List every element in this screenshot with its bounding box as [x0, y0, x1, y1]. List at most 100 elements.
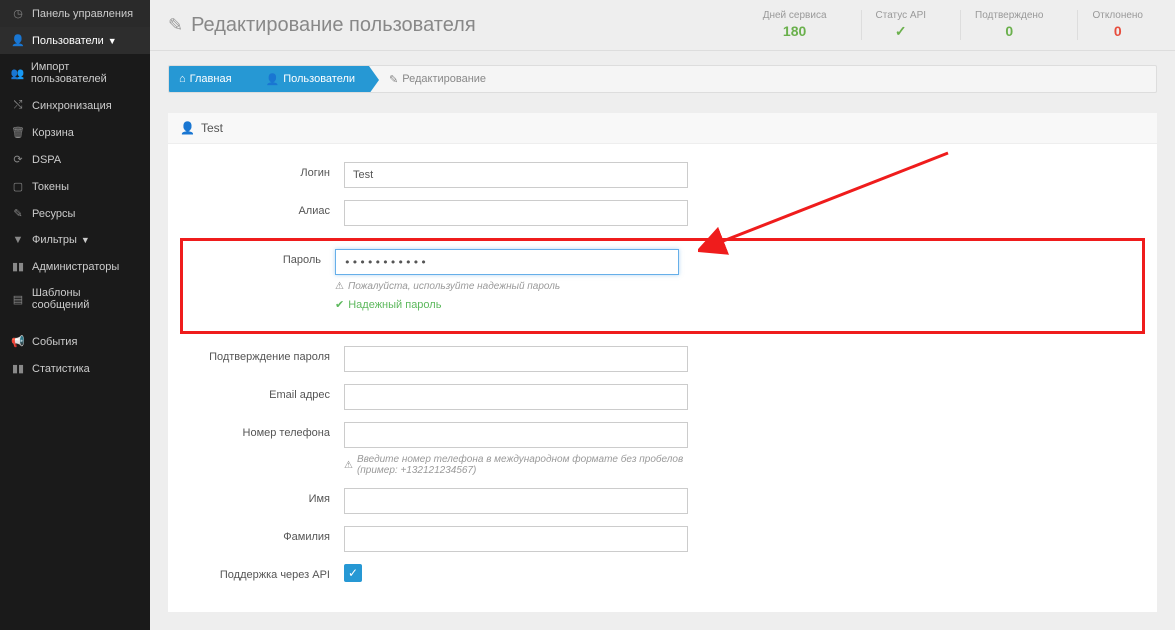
breadcrumb-current: ✎ Редактирование [369, 66, 500, 92]
stat-rejected: Отклонено 0 [1077, 10, 1157, 40]
stat-label: Отклонено [1092, 10, 1143, 21]
user-icon: 👤 [266, 73, 280, 86]
stat-value: 0 [975, 23, 1043, 39]
caret-icon: ▼ [108, 36, 117, 46]
breadcrumb: ⌂ Главная 👤Пользователи ✎ Редактирование [168, 65, 1157, 93]
megaphone-icon: 📢 [10, 335, 26, 348]
confirm-label: Подтверждение пароля [184, 346, 344, 363]
sidebar-item-resources[interactable]: ✎ Ресурсы [0, 200, 150, 227]
phone-hint: ⚠ Введите номер телефона в международном … [344, 454, 688, 476]
edit-icon: ✎ [168, 15, 183, 36]
tablet-icon: ▢ [10, 180, 26, 193]
stat-value: 0 [1092, 23, 1143, 39]
stat-label: Подтверждено [975, 10, 1043, 21]
warning-icon: ⚠ [335, 281, 344, 292]
sidebar-item-admins[interactable]: ▮▮ Администраторы [0, 253, 150, 280]
password-label: Пароль [187, 249, 335, 266]
form-panel: 👤 Test Логин Алиас Пароль [168, 113, 1157, 612]
api-checkbox[interactable]: ✓ [344, 564, 362, 582]
dashboard-icon: ◷ [10, 7, 26, 20]
sidebar-item-label: Фильтры [32, 234, 77, 246]
sidebar-item-dashboard[interactable]: ◷ Панель управления [0, 0, 150, 27]
sidebar-item-events[interactable]: 📢 События [0, 328, 150, 355]
hint-text: Пожалуйста, используйте надежный пароль [348, 281, 560, 292]
login-input[interactable] [344, 162, 688, 188]
breadcrumb-label: Главная [190, 73, 232, 85]
edit-icon: ✎ [10, 207, 26, 220]
sidebar: ◷ Панель управления 👤 Пользователи ▼ 👥 Импор… [0, 0, 150, 630]
alias-input[interactable] [344, 200, 688, 226]
stats: Дней сервиса 180 Статус API ✓ Подтверждено… [749, 10, 1157, 40]
sidebar-item-label: Панель управления [32, 8, 133, 20]
sidebar-item-label: Токены [32, 181, 69, 193]
warning-icon: ⚠ [344, 460, 353, 471]
stat-api: Статус API ✓ [861, 10, 941, 40]
edit-icon: ✎ [389, 73, 398, 86]
stat-value: 180 [763, 23, 827, 39]
sidebar-item-label: Пользователи [32, 35, 104, 47]
filter-icon: ▼ [10, 234, 26, 246]
sidebar-item-label: Администраторы [32, 261, 119, 273]
stat-confirmed: Подтверждено 0 [960, 10, 1057, 40]
file-icon: ▤ [10, 293, 26, 306]
sidebar-item-label: Ресурсы [32, 208, 75, 220]
home-icon: ⌂ [179, 73, 186, 85]
firstname-input[interactable] [344, 488, 688, 514]
phone-input[interactable] [344, 422, 688, 448]
email-label: Email адрес [184, 384, 344, 401]
sidebar-item-sync[interactable]: ⤭ Синхронизация [0, 92, 150, 119]
password-hint: ⚠ Пожалуйста, используйте надежный пароль [335, 281, 679, 292]
sidebar-item-users[interactable]: 👤 Пользователи ▼ [0, 27, 150, 54]
stat-label: Статус API [876, 10, 927, 21]
lastname-input[interactable] [344, 526, 688, 552]
password-input[interactable] [335, 249, 679, 275]
sidebar-item-tokens[interactable]: ▢ Токены [0, 173, 150, 200]
stat-days: Дней сервиса 180 [749, 10, 841, 40]
breadcrumb-label: Пользователи [283, 73, 355, 85]
bars-icon: ▮▮ [10, 362, 26, 375]
caret-icon: ▼ [81, 235, 90, 245]
check-icon: ✔ [335, 298, 344, 311]
user-icon: 👤 [10, 34, 26, 47]
breadcrumb-home[interactable]: ⌂ Главная [169, 66, 246, 92]
sidebar-item-stats[interactable]: ▮▮ Статистика [0, 355, 150, 382]
stat-label: Дней сервиса [763, 10, 827, 21]
breadcrumb-label: Редактирование [402, 73, 486, 85]
lastname-label: Фамилия [184, 526, 344, 543]
sidebar-item-dspa[interactable]: ⟳ DSPA [0, 146, 150, 173]
sidebar-item-filters[interactable]: ▼ Фильтры ▼ [0, 227, 150, 253]
success-text: Надежный пароль [348, 299, 441, 311]
sidebar-item-import[interactable]: 👥 Импорт пользователей [0, 54, 150, 92]
password-success: ✔ Надежный пароль [335, 298, 679, 311]
page-title-text: Редактирование пользователя [191, 14, 476, 37]
page-title: ✎ Редактирование пользователя [168, 14, 476, 37]
users-icon: 👥 [10, 67, 25, 80]
hint-text: Введите номер телефона в международном ф… [357, 454, 688, 476]
trash-icon: 🗑 [10, 126, 26, 139]
login-label: Логин [184, 162, 344, 179]
header: ✎ Редактирование пользователя Дней серви… [150, 0, 1175, 51]
sidebar-item-label: События [32, 336, 77, 348]
phone-label: Номер телефона [184, 422, 344, 439]
sidebar-item-label: Синхронизация [32, 100, 112, 112]
bars-icon: ▮▮ [10, 260, 26, 273]
stat-value: ✓ [876, 23, 927, 40]
sidebar-item-trash[interactable]: 🗑 Корзина [0, 119, 150, 146]
panel-title: Test [201, 121, 223, 135]
panel-header: 👤 Test [168, 113, 1157, 144]
alias-label: Алиас [184, 200, 344, 217]
firstname-label: Имя [184, 488, 344, 505]
api-label: Поддержка через API [184, 564, 344, 581]
sidebar-item-label: Импорт пользователей [31, 61, 140, 85]
sidebar-item-label: DSPA [32, 154, 61, 166]
sidebar-item-label: Статистика [32, 363, 90, 375]
confirm-input[interactable] [344, 346, 688, 372]
user-icon: 👤 [180, 121, 195, 135]
sidebar-item-templates[interactable]: ▤ Шаблоны сообщений [0, 280, 150, 318]
email-input[interactable] [344, 384, 688, 410]
sidebar-item-label: Шаблоны сообщений [32, 287, 140, 311]
sidebar-item-label: Корзина [32, 127, 74, 139]
refresh-icon: ⟳ [10, 153, 26, 166]
shuffle-icon: ⤭ [10, 99, 26, 112]
breadcrumb-users[interactable]: 👤Пользователи [246, 66, 370, 92]
